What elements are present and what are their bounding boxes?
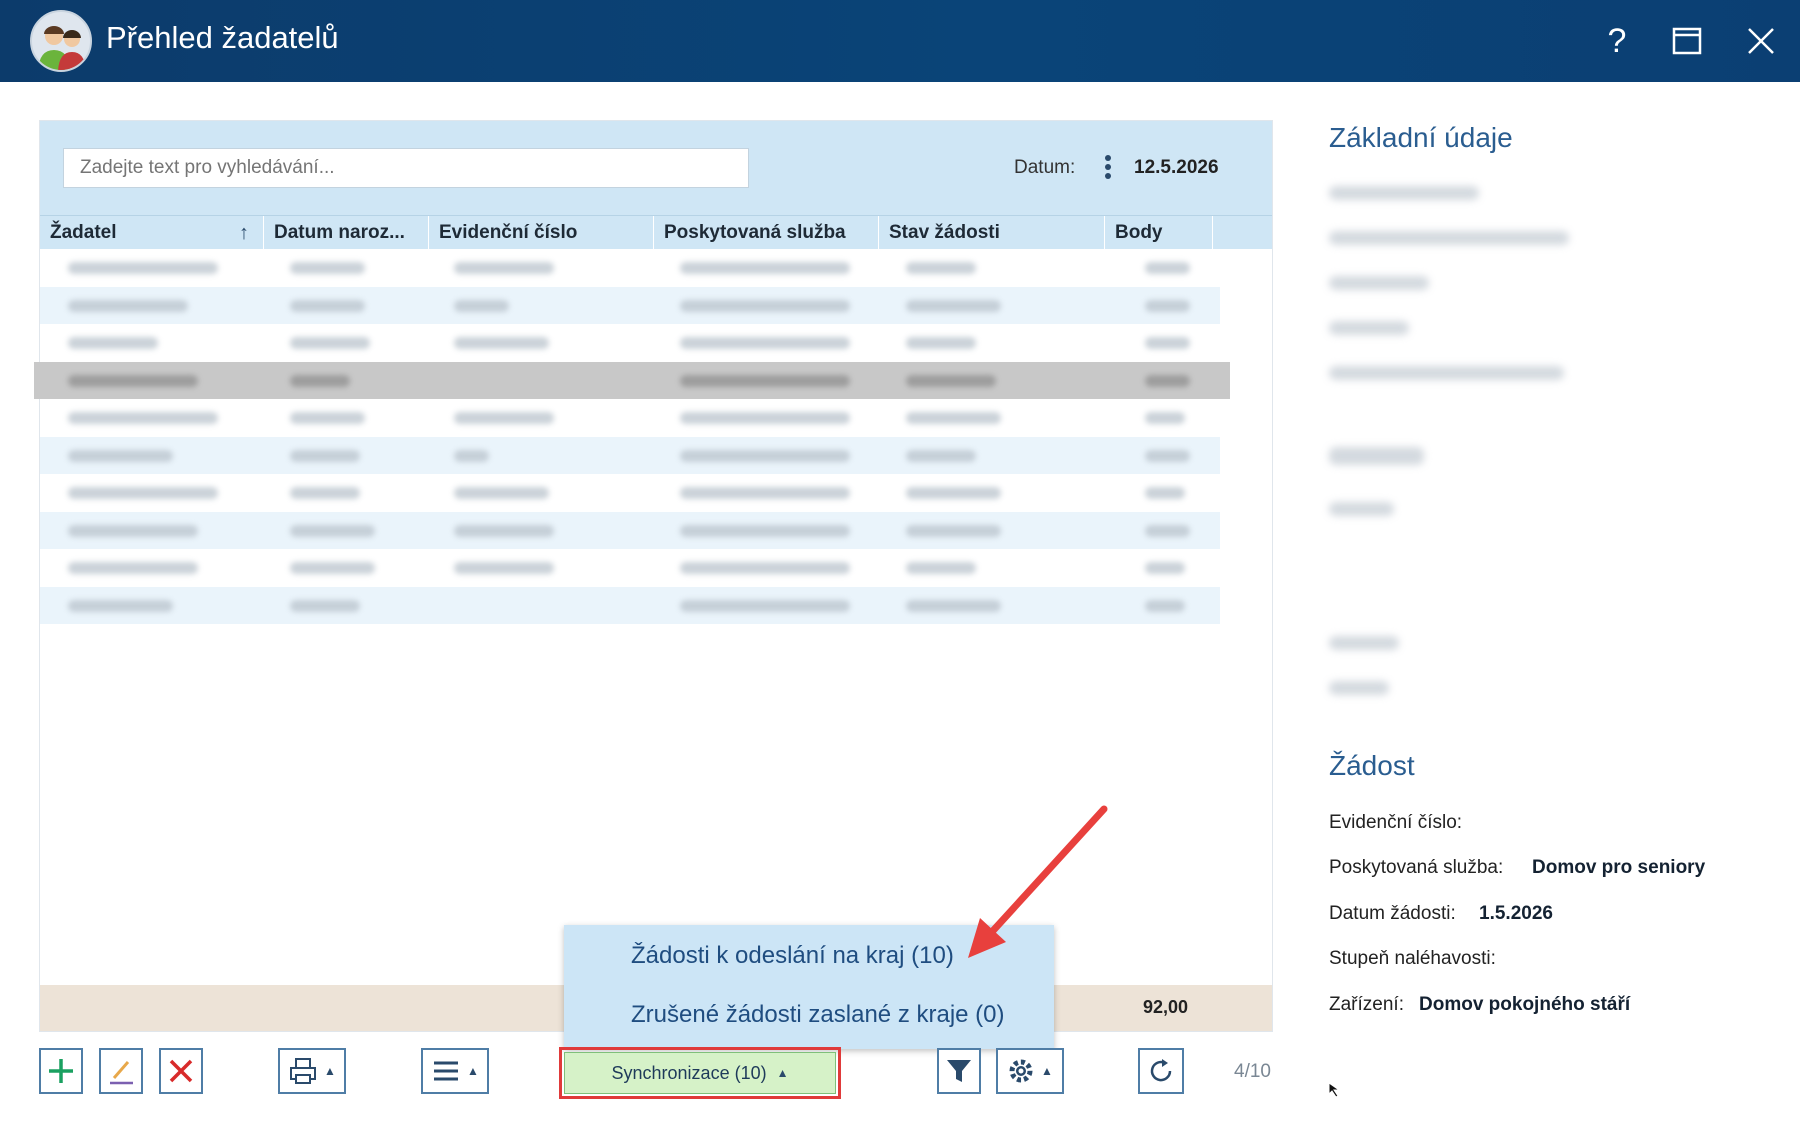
sort-ascending-icon: ↑ [239,222,249,244]
column-header-datum-narozeni[interactable]: Datum naroz... [264,216,429,250]
table-row[interactable] [40,436,1220,474]
menu-lines-icon [434,1061,459,1081]
filter-button[interactable] [937,1048,981,1094]
request-date-value: 1.5.2026 [1479,903,1553,924]
table-row[interactable] [40,549,1220,587]
table-row[interactable] [40,399,1220,437]
list-menu-button[interactable]: ▲ [421,1048,489,1094]
table-row[interactable] [40,286,1220,324]
table-row[interactable] [40,586,1220,624]
urgency-label: Stupeň naléhavosti: [1329,948,1496,969]
applicants-grid-panel: Datum: 12.5.2026 Žadatel ↑ Datum naroz..… [34,120,1273,1032]
chevron-up-icon: ▲ [776,1066,789,1080]
column-header-body[interactable]: Body [1105,216,1213,250]
table-row[interactable] [40,324,1220,362]
menu-item-cancelled-requests[interactable]: Zrušené žádosti zaslané z kraje (0) [631,1001,1005,1029]
column-header-evidencni-cislo[interactable]: Evidenční číslo [429,216,654,250]
basic-info-heading: Základní údaje [1329,122,1513,153]
grid-rows [34,249,1272,624]
grid-filter-bar: Datum: 12.5.2026 [40,121,1272,215]
request-date-label: Datum žádosti: [1329,903,1456,924]
help-button[interactable]: ? [1592,16,1642,66]
synchronization-button[interactable]: Synchronizace (10) ▲ [564,1052,836,1094]
print-menu-button[interactable]: ▲ [278,1048,346,1094]
add-button[interactable] [39,1048,83,1094]
chevron-up-icon: ▲ [467,1064,479,1078]
table-row-selected[interactable] [34,361,1230,399]
help-icon: ? [1607,21,1627,60]
maximize-button[interactable] [1662,16,1712,66]
edit-button[interactable] [99,1048,143,1094]
date-options-icon[interactable] [1101,153,1115,183]
column-header-zadatel[interactable]: Žadatel ↑ [40,216,264,250]
date-filter-label: Datum: [1014,157,1076,178]
close-button[interactable] [1736,16,1786,66]
column-header-poskytovana-sluzba[interactable]: Poskytovaná služba [654,216,879,250]
refresh-button[interactable] [1138,1048,1184,1094]
delete-x-icon [169,1059,193,1083]
facility-value: Domov pokojného stáří [1419,994,1631,1015]
record-position: 4/10 [1234,1061,1271,1082]
menu-item-requests-to-send[interactable]: Žádosti k odeslání na kraj (10) [631,942,954,970]
chevron-up-icon: ▲ [324,1064,336,1078]
printer-icon [290,1058,317,1084]
request-heading: Žádost [1329,750,1415,781]
table-row[interactable] [40,474,1220,512]
maximize-icon [1672,27,1702,55]
service-label: Poskytovaná služba: [1329,857,1504,878]
mouse-cursor-icon [1328,1082,1341,1098]
synchronization-label: Synchronizace (10) [611,1062,767,1083]
service-value: Domov pro seniory [1532,857,1706,878]
table-row[interactable] [40,511,1220,549]
users-app-icon [30,10,92,72]
refresh-icon [1150,1059,1172,1082]
table-row[interactable] [40,249,1220,287]
settings-menu-button[interactable]: ▲ [996,1048,1064,1094]
column-header-stav-zadosti[interactable]: Stav žádosti [879,216,1105,250]
gear-icon [1009,1059,1033,1083]
window-titlebar: Přehled žadatelů ? [0,0,1800,82]
delete-button[interactable] [159,1048,203,1094]
evidence-number-label: Evidenční číslo: [1329,812,1463,833]
grid-column-headers: Žadatel ↑ Datum naroz... Evidenční číslo… [40,215,1272,250]
chevron-up-icon: ▲ [1041,1064,1053,1078]
total-body-value: 92,00 [1143,997,1189,1017]
date-filter-value[interactable]: 12.5.2026 [1134,157,1219,179]
close-icon [1748,28,1774,54]
pencil-icon [110,1061,133,1085]
search-input[interactable] [63,148,749,188]
window-title: Přehled žadatelů [106,20,339,55]
filter-icon [947,1060,971,1082]
plus-icon [49,1059,73,1083]
synchronization-menu: Žádosti k odeslání na kraj (10) Zrušené … [564,925,1054,1049]
facility-label: Zařízení: [1329,994,1404,1015]
